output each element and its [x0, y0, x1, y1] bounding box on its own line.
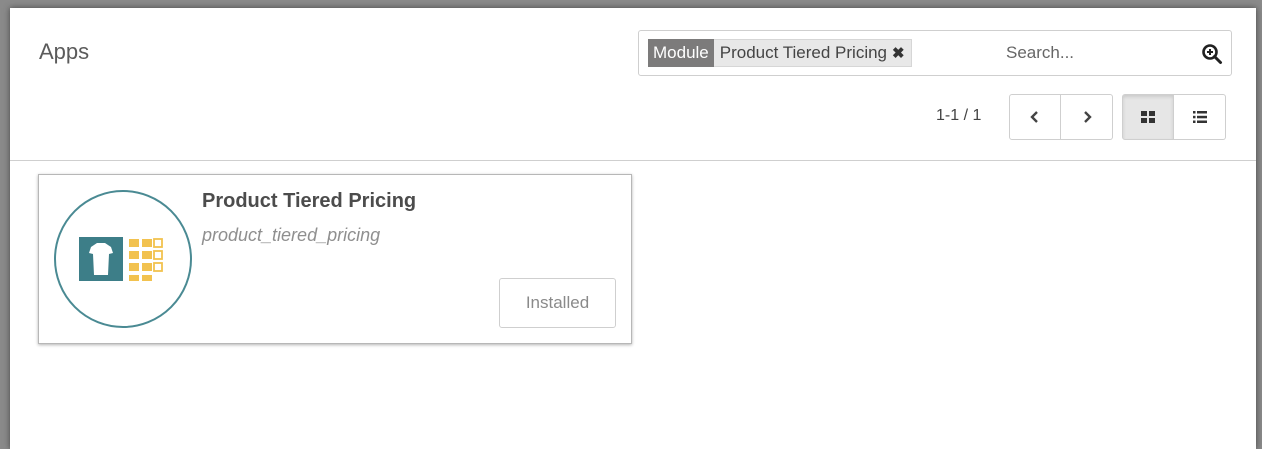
module-technical-name: product_tiered_pricing	[202, 225, 381, 245]
view-switcher	[1122, 94, 1226, 140]
module-card[interactable]: Product Tiered Pricing product_tiered_pr…	[38, 174, 632, 344]
chevron-right-icon	[1083, 111, 1092, 123]
list-icon	[1192, 111, 1207, 123]
page-title: Apps	[39, 39, 90, 64]
search-box[interactable]: Module Product Tiered Pricing ✖	[638, 30, 1232, 76]
pager-value[interactable]: 1-1 / 1	[936, 107, 981, 125]
app-window: Apps Module Product Tiered Pricing ✖ 1-1…	[10, 8, 1256, 449]
search-icon[interactable]	[1201, 43, 1223, 65]
tshirt-pricing-icon	[54, 190, 192, 328]
chevron-left-icon	[1030, 111, 1038, 123]
facet-value: Product Tiered Pricing	[719, 43, 888, 62]
search-input[interactable]	[1002, 39, 1192, 67]
installed-button[interactable]: Installed	[499, 278, 616, 328]
facet-value-box: Product Tiered Pricing ✖	[713, 39, 912, 67]
grid-icon	[1141, 111, 1155, 123]
pager-previous-button[interactable]	[1009, 94, 1061, 140]
pager-next-button[interactable]	[1061, 94, 1113, 140]
search-facet: Module Product Tiered Pricing ✖	[648, 39, 912, 67]
control-panel: Apps Module Product Tiered Pricing ✖ 1-1…	[10, 8, 1256, 161]
remove-facet-icon[interactable]: ✖	[892, 44, 905, 62]
pager-buttons	[1009, 94, 1113, 140]
facet-label: Module	[648, 39, 714, 67]
list-view-button[interactable]	[1174, 94, 1226, 140]
kanban-view-button[interactable]	[1122, 94, 1174, 140]
module-name[interactable]: Product Tiered Pricing	[202, 190, 416, 213]
